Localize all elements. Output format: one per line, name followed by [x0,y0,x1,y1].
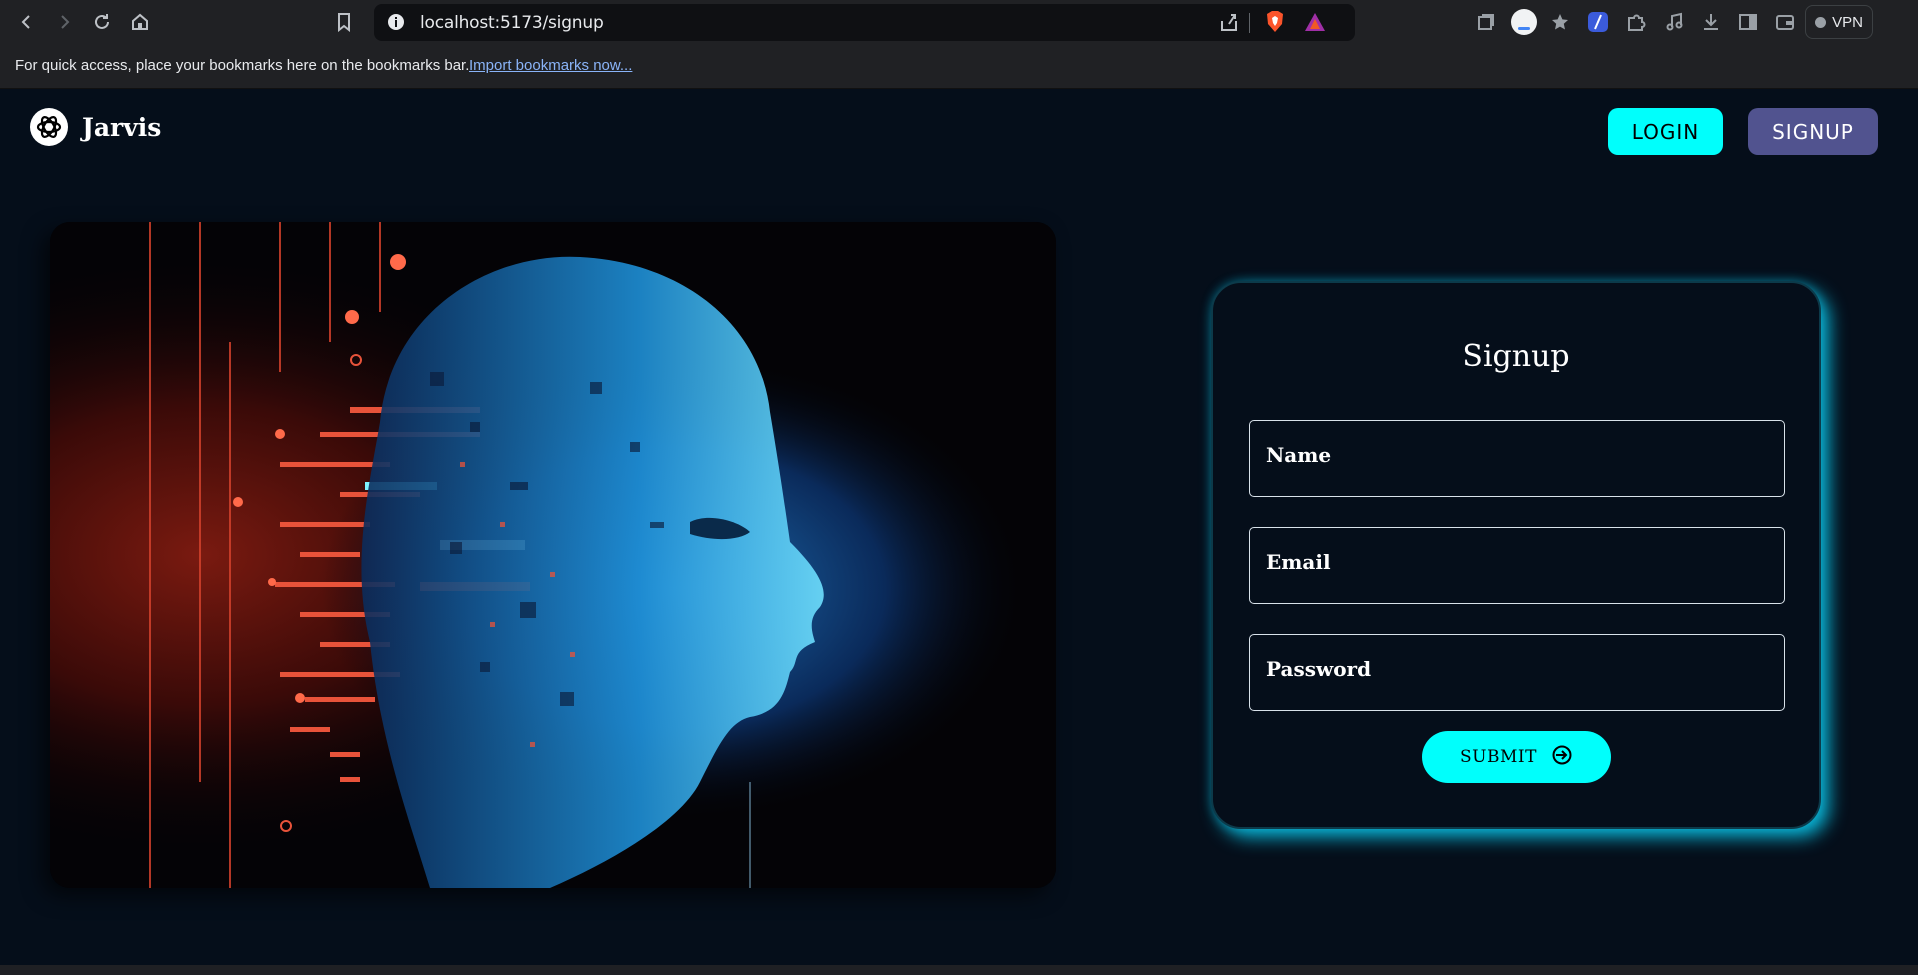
signup-card: Signup Name Email Password SUBMIT [1211,281,1821,829]
name-field-label: Name [1266,443,1332,467]
forward-icon[interactable] [49,7,79,37]
login-button[interactable]: LOGIN [1608,108,1723,155]
home-icon[interactable] [125,7,155,37]
page-content: Jarvis LOGIN SIGNUP Signup Name Email Pa… [0,90,1918,965]
back-icon[interactable] [12,7,42,37]
sidebar-icon[interactable] [1736,10,1760,34]
window-bottom-edge [0,965,1918,975]
brave-rewards-icon[interactable] [1303,10,1327,34]
site-info-icon[interactable] [384,10,408,34]
submit-button[interactable]: SUBMIT [1422,731,1611,783]
tab-manager-icon[interactable] [1474,10,1498,34]
ai-face-image [50,222,1056,888]
submit-label: SUBMIT [1460,747,1537,767]
brand-name: Jarvis [82,112,162,142]
browser-toolbar: localhost:5173/signup VPN [0,0,1918,44]
url-text[interactable]: localhost:5173/signup [420,13,604,33]
download-icon[interactable] [1699,10,1723,34]
wallet-icon[interactable] [1773,10,1797,34]
bookmark-icon[interactable] [329,7,359,37]
vpn-status-icon [1815,16,1827,28]
reload-icon[interactable] [87,7,117,37]
bookmarks-bar: For quick access, place your bookmarks h… [0,44,1918,89]
address-bar[interactable]: localhost:5173/signup [374,4,1355,41]
password-field[interactable]: Password [1249,634,1785,711]
divider [1249,13,1250,33]
vpn-label: VPN [1832,13,1863,31]
signup-button[interactable]: SIGNUP [1748,108,1878,155]
email-field[interactable]: Email [1249,527,1785,604]
page-title: Signup [1462,339,1570,374]
name-field[interactable]: Name [1249,420,1785,497]
email-field-label: Email [1266,550,1331,574]
extension-feather-icon[interactable] [1586,10,1610,34]
import-bookmarks-link[interactable]: Import bookmarks now... [469,57,632,74]
password-field-label: Password [1266,657,1372,681]
profile-avatar-icon[interactable] [1510,8,1538,36]
music-icon[interactable] [1662,10,1686,34]
vpn-button[interactable]: VPN [1805,5,1873,39]
brand-logo[interactable]: Jarvis [30,108,161,146]
extensions-icon[interactable] [1624,10,1648,34]
star-icon[interactable] [1548,10,1572,34]
brave-shields-icon[interactable] [1263,10,1287,34]
login-arrow-icon [1551,744,1573,771]
bookmarks-hint: For quick access, place your bookmarks h… [15,57,470,74]
openai-logo-icon [30,108,68,146]
share-icon[interactable] [1217,10,1241,34]
